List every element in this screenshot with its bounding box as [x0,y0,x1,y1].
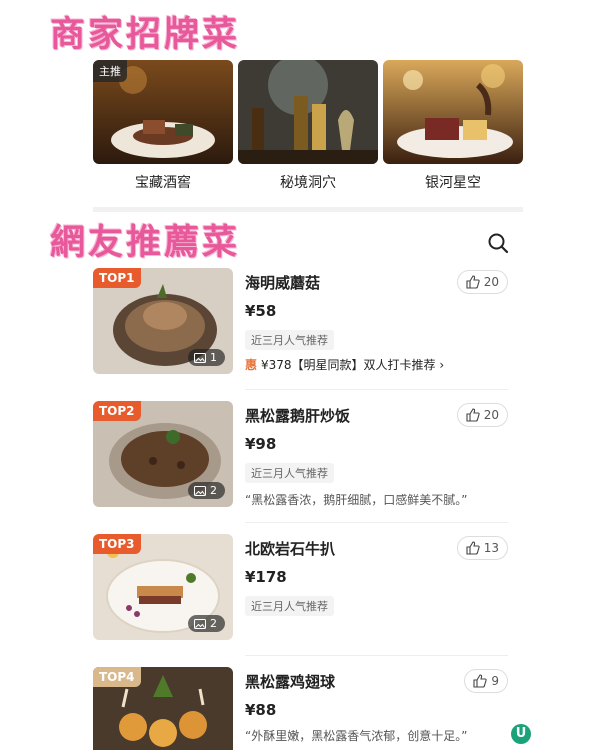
signature-dishes-row: 主推 宝藏酒窖 秘境洞穴 银河星空 [93,60,523,200]
featured-badge: 主推 [93,60,127,82]
dish-name: 黑松露鸡翅球 [245,673,336,691]
rank-badge: TOP1 [93,268,141,288]
rank-badge: TOP4 [93,667,141,687]
like-button[interactable]: 13 [456,536,508,560]
dish-photo: TOP4 [93,667,233,750]
signature-dish-card[interactable]: 秘境洞穴 [238,60,378,192]
like-count: 20 [483,408,499,422]
popularity-tag: 近三月人气推荐 [245,596,334,616]
review-quote: “外酥里嫩，黑松露香气浓郁，创意十足。” [245,729,468,743]
dish-name: 黑松露鹅肝炒饭 [245,407,351,425]
thumbs-up-icon [466,541,480,555]
image-icon [194,485,206,496]
image-count[interactable]: 1 [188,349,225,366]
list-item[interactable]: TOP4 黑松露鸡翅球 9 ¥88 “外酥里嫩，黑松露香气浓郁，创意十足。” [93,667,508,750]
discount-label: 惠 [245,358,258,372]
dish-photo: TOP3 2 [93,534,233,640]
search-icon[interactable] [487,232,509,254]
image-count-value: 1 [210,351,217,364]
dish-price: ¥88 [245,701,277,719]
dish-photo [383,60,523,164]
dish-photo: TOP1 1 [93,268,233,374]
recommended-dishes-title: 網友推薦菜 [50,223,241,263]
thumbs-up-icon [466,408,480,422]
dish-price: ¥98 [245,435,277,453]
promo-text: ¥378【明星同款】双人打卡推荐 › [261,358,445,372]
divider [245,389,508,390]
like-button[interactable]: 20 [456,403,508,427]
signature-dishes-title: 商家招牌菜 [50,15,241,55]
image-count[interactable]: 2 [188,615,225,632]
signature-dish-name: 秘境洞穴 [280,175,336,191]
thumbs-up-icon [466,275,480,289]
signature-dish-name: 银河星空 [425,175,481,191]
image-icon [194,352,206,363]
dish-photo: TOP2 2 [93,401,233,507]
dish-price: ¥178 [245,568,287,586]
like-count: 13 [483,541,499,555]
image-count-value: 2 [210,484,217,497]
image-count[interactable]: 2 [188,482,225,499]
image-count-value: 2 [210,617,217,630]
like-button[interactable]: 20 [456,270,508,294]
signature-dish-card[interactable]: 主推 宝藏酒窖 [93,60,233,192]
thumbs-up-icon [473,674,488,688]
rank-badge: TOP3 [93,534,141,554]
divider [245,655,508,656]
dish-name: 北欧岩石牛扒 [245,540,336,558]
list-item[interactable]: TOP1 1 海明威蘑菇 20 ¥58 近三月人气推荐 惠 ¥378【明星同款】双… [93,268,508,378]
image-icon [194,618,206,629]
rank-badge: TOP2 [93,401,141,421]
review-quote: “黑松露香浓，鹅肝细腻，口感鲜美不腻。” [245,493,468,507]
popularity-tag: 近三月人气推荐 [245,463,334,483]
like-count: 20 [483,275,499,289]
dish-price: ¥58 [245,302,277,320]
like-count: 9 [491,674,499,688]
like-button[interactable]: 9 [464,669,508,693]
divider [245,522,508,523]
app-logo-icon[interactable]: U [511,724,531,744]
popularity-tag: 近三月人气推荐 [245,330,334,350]
dish-photo [238,60,378,164]
signature-dish-card[interactable]: 银河星空 [383,60,523,192]
list-item[interactable]: TOP3 2 北欧岩石牛扒 13 ¥178 近三月人气推荐 [93,534,508,644]
dish-photo: 主推 [93,60,233,164]
signature-dish-name: 宝藏酒窖 [135,175,191,191]
promo-link[interactable]: 惠 ¥378【明星同款】双人打卡推荐 › [245,356,444,373]
dish-name: 海明威蘑菇 [245,274,321,292]
section-divider [93,207,523,212]
list-item[interactable]: TOP2 2 黑松露鹅肝炒饭 20 ¥98 近三月人气推荐 “黑松露香浓，鹅肝细… [93,401,508,511]
